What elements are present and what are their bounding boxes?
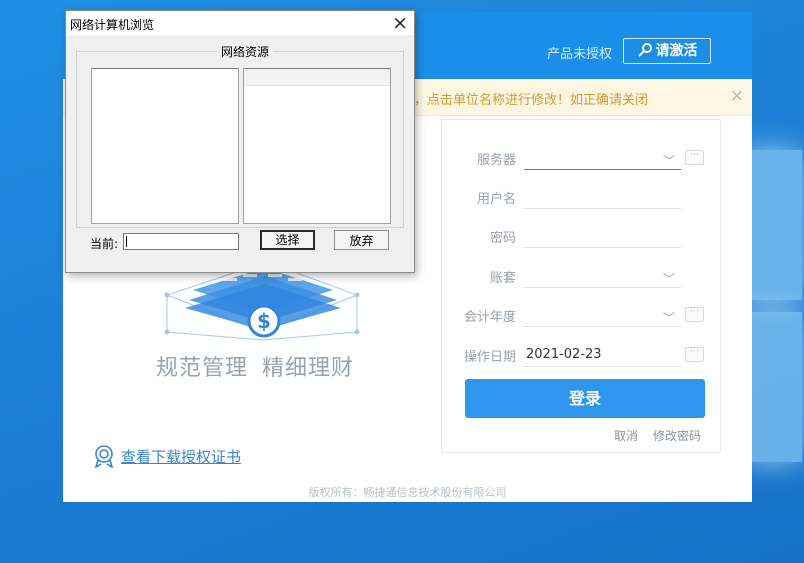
operation-date-label: 操作日期 [463,350,516,365]
fiscal-year-row: 会计年度 ﹀ ··· [442,302,720,328]
abandon-button[interactable]: 放弃 [334,230,389,250]
fiscal-year-label: 会计年度 [463,310,516,325]
server-select[interactable]: ﹀ [524,145,681,170]
license-status: 产品未授权 [547,47,613,62]
activate-button[interactable]: 请激活 [623,38,711,64]
password-row: 密码 [442,223,720,249]
fiscal-year-more-button[interactable]: ··· [685,307,704,322]
account-set-row: 账套 ﹀ [442,263,720,289]
dialog-title: 网络计算机浏览 [70,18,155,32]
certificate-badge-icon [94,445,114,469]
resource-list[interactable] [243,68,391,224]
change-password-link[interactable]: 修改密码 [653,427,701,444]
cancel-link[interactable]: 取消 [614,427,638,444]
account-set-label: 账套 [489,271,516,286]
view-certificate-label: 查看下载授权证书 [121,448,242,466]
finance-illustration: $ [164,261,360,341]
password-label: 密码 [489,231,516,246]
notice-close-icon[interactable]: × [730,86,744,106]
username-row: 用户名 [442,184,720,210]
key-icon [637,43,652,57]
network-resources-group: 网络资源 [76,43,404,228]
fiscal-year-select[interactable]: ﹀ [524,302,681,327]
chevron-down-icon: ﹀ [662,272,675,286]
slogan-part-2: 精细理财 [262,356,355,381]
view-certificate-link[interactable]: 查看下载授权证书 [93,444,242,469]
computer-list[interactable] [91,68,239,224]
login-button[interactable]: 登录 [465,379,705,418]
username-label: 用户名 [476,192,516,207]
operation-date-input[interactable]: 2021-02-23 [524,342,681,367]
close-icon[interactable]: × [392,12,408,34]
password-input[interactable] [524,223,681,248]
slogan-part-1: 规范管理 [156,356,249,381]
server-more-button[interactable]: ··· [685,150,704,165]
account-set-select[interactable]: ﹀ [524,263,681,288]
operation-date-more-button[interactable]: ··· [685,347,704,362]
activate-label: 请激活 [655,43,698,59]
slogan: 规范管理 精细理财 [156,350,354,382]
resource-list-header [244,69,390,86]
dialog-titlebar[interactable]: 网络计算机浏览 × [66,11,414,35]
server-row: 服务器 ﹀ ··· [442,145,720,171]
copyright-footer: 版权所有：畅捷通信息技术股份有限公司 [308,486,507,499]
username-input[interactable] [524,184,681,209]
current-input[interactable] [123,233,239,250]
operation-date-row: 操作日期 2021-02-23 ··· [442,342,720,368]
notice-text: 称，点击单位名称进行修改！如正确请关闭 [401,93,649,108]
chevron-down-icon: ﹀ [662,311,675,325]
group-caption: 网络资源 [217,43,274,60]
login-form: 服务器 ﹀ ··· 用户名 密码 账套 ﹀ 会计年度 ﹀ ··· 操作日期 20… [441,119,721,453]
svg-text:$: $ [257,309,271,333]
current-label: 当前: [90,237,119,251]
select-button[interactable]: 选择 [260,230,315,250]
network-browse-dialog: 网络计算机浏览 × 网络资源 当前: 选择 放弃 [65,10,415,273]
chevron-down-icon: ﹀ [662,154,675,168]
server-label: 服务器 [476,153,516,168]
